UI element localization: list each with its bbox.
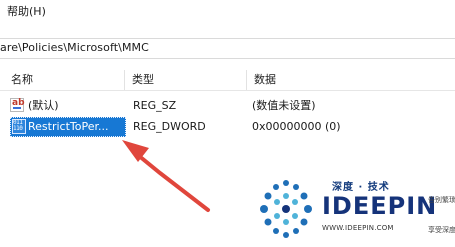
watermark-tagline: 深度 · 技术 (332, 182, 390, 193)
watermark-slogan-top: 告别繁琐安装 (428, 196, 455, 204)
watermark-url: WWW.IDEEPIN.COM (322, 224, 394, 232)
watermark-slogan-bottom: 享受深度技术 (428, 226, 455, 234)
watermark: 深度 · 技术 IDEEPIN WWW.IDEEPIN.COM 告别繁琐安装 享… (252, 170, 455, 247)
ideepin-logo-icon (260, 180, 312, 238)
watermark-brand: IDEEPIN (322, 192, 438, 220)
